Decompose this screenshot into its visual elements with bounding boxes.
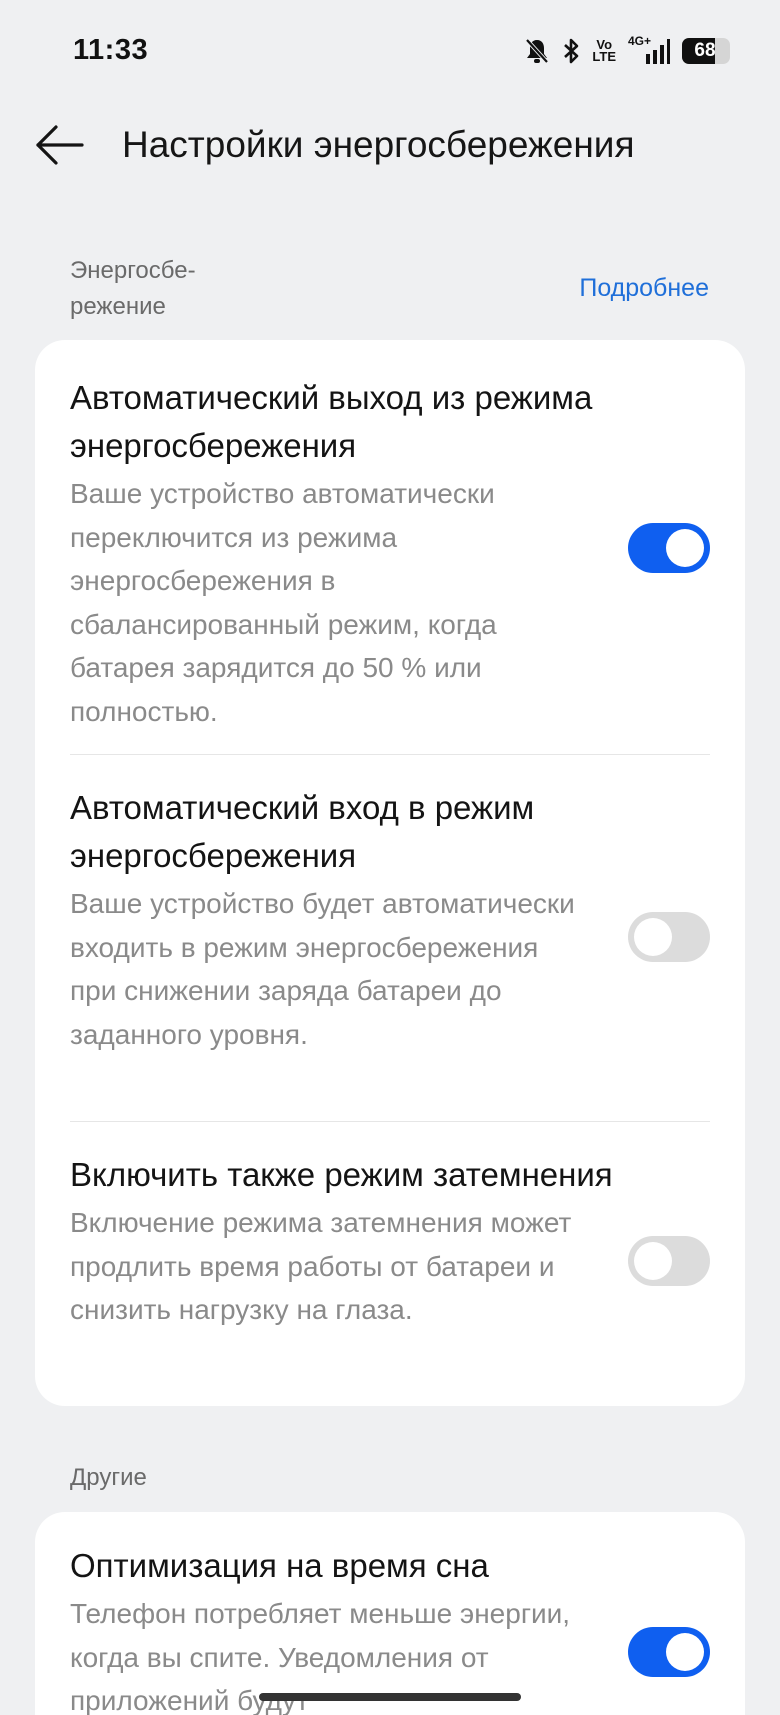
status-time: 11:33: [73, 34, 149, 66]
setting-row-auto-exit[interactable]: Автоматический выход из режима энергосбе…: [70, 374, 710, 733]
status-bar: 11:33 Vo LTE 4G+ 68: [0, 0, 780, 100]
setting-row-dim-mode[interactable]: Включить также режим затемнения Включени…: [70, 1151, 710, 1332]
arrow-left-icon: [36, 125, 84, 165]
power-saving-card: Автоматический выход из режима энергосбе…: [35, 340, 745, 1406]
other-card: Оптимизация на время сна Телефон потребл…: [35, 1512, 745, 1715]
toggle-sleep-optimization[interactable]: [628, 1627, 710, 1677]
bluetooth-icon: [564, 38, 579, 64]
4g-signal-icon: 4G+: [628, 34, 670, 66]
setting-title: Включить также режим затемнения: [70, 1156, 613, 1193]
toggle-dim-mode[interactable]: [628, 1236, 710, 1286]
page-title: Настройки энергосбережения: [122, 124, 635, 165]
volte-bottom-label: LTE: [592, 49, 616, 64]
toggle-auto-exit[interactable]: [628, 523, 710, 573]
setting-title: Оптимизация на время сна: [70, 1547, 489, 1584]
setting-description: Включение режима затемнения может продли…: [70, 1207, 572, 1325]
divider: [70, 1121, 710, 1122]
setting-title: Автоматический выход из режима энергосбе…: [70, 379, 593, 464]
toggle-auto-enter[interactable]: [628, 912, 710, 962]
setting-description: Ваше устройство будет автоматически вход…: [70, 888, 575, 1050]
bell-off-icon: [525, 38, 549, 64]
learn-more-link[interactable]: Подробнее: [579, 274, 709, 303]
back-button[interactable]: [34, 122, 86, 168]
toggle-knob: [666, 529, 704, 567]
section-label-power-saving: Энергосбе- режение: [70, 257, 196, 320]
home-indicator[interactable]: [259, 1693, 521, 1701]
setting-row-auto-enter[interactable]: Автоматический вход в режим энергосбереж…: [70, 784, 710, 1056]
app-header: Настройки энергосбережения: [0, 110, 780, 180]
setting-row-sleep-optimization[interactable]: Оптимизация на время сна Телефон потребл…: [70, 1542, 710, 1715]
toggle-knob: [634, 1242, 672, 1280]
battery-icon: 68: [682, 38, 730, 64]
section-label-other: Другие: [70, 1464, 147, 1491]
status-icons: Vo LTE 4G+ 68: [524, 34, 730, 68]
divider: [70, 754, 710, 755]
toggle-knob: [634, 918, 672, 956]
volte-icon: Vo LTE: [592, 38, 616, 64]
battery-level: 68: [694, 40, 716, 61]
setting-title: Автоматический вход в режим энергосбереж…: [70, 789, 535, 874]
setting-description: Ваше устройство автоматически переключит…: [70, 478, 497, 727]
toggle-knob: [666, 1633, 704, 1671]
